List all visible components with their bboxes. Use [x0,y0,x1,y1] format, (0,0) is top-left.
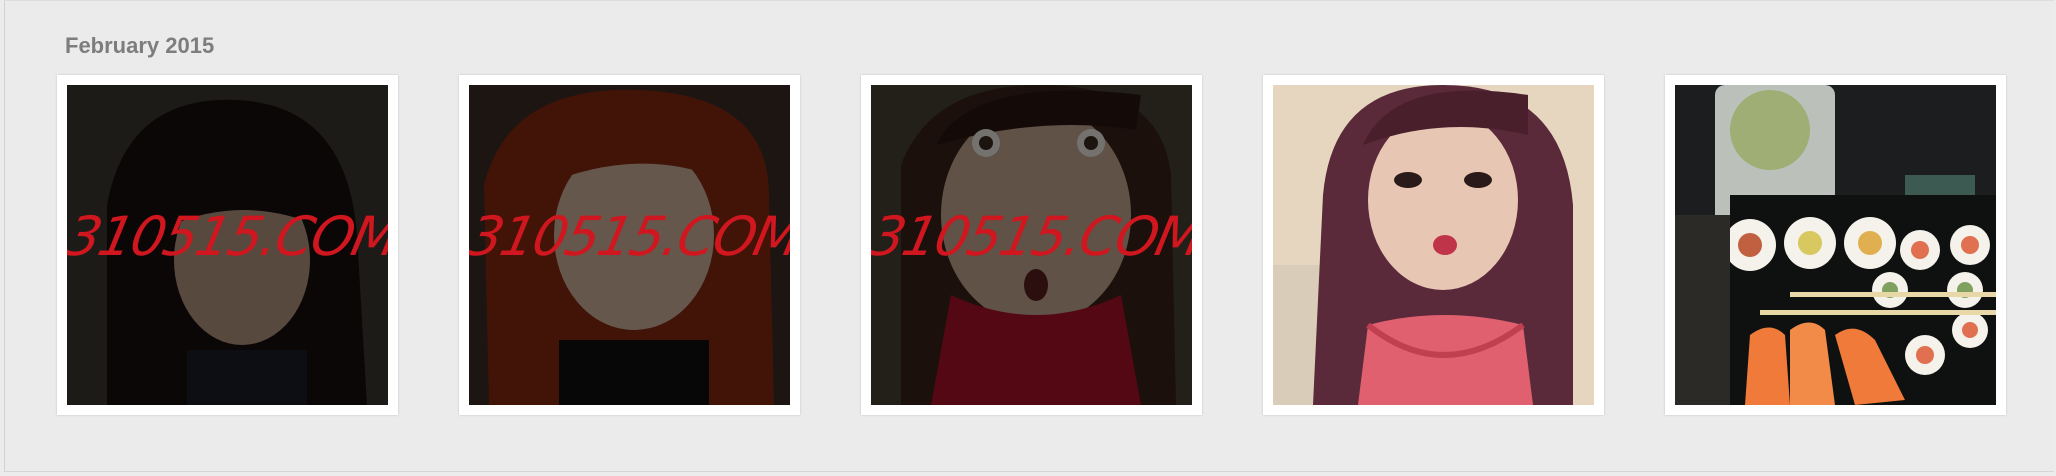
photo-thumbnail [1273,85,1594,405]
photo-thumbnail: 310515.COM [469,85,790,405]
photo-thumbnail [1675,85,1996,405]
photo-card[interactable] [1263,75,1604,415]
selfie-pink-dress-image [1273,85,1594,405]
photo-gallery: February 2015 310515.COM 310515.COM 3105… [4,0,2054,472]
photo-card[interactable]: 310515.COM [57,75,398,415]
watermark-text: 310515.COM [871,205,1192,268]
photo-card[interactable]: 310515.COM [459,75,800,415]
watermark-text: 310515.COM [469,205,790,268]
photo-thumbnail: 310515.COM [871,85,1192,405]
month-title: February 2015 [65,33,215,58]
photo-card[interactable] [1665,75,2006,415]
photo-thumbnail: 310515.COM [67,85,388,405]
photo-card[interactable]: 310515.COM [861,75,1202,415]
watermark-text: 310515.COM [67,205,388,268]
sushi-box-image [1675,85,1996,405]
